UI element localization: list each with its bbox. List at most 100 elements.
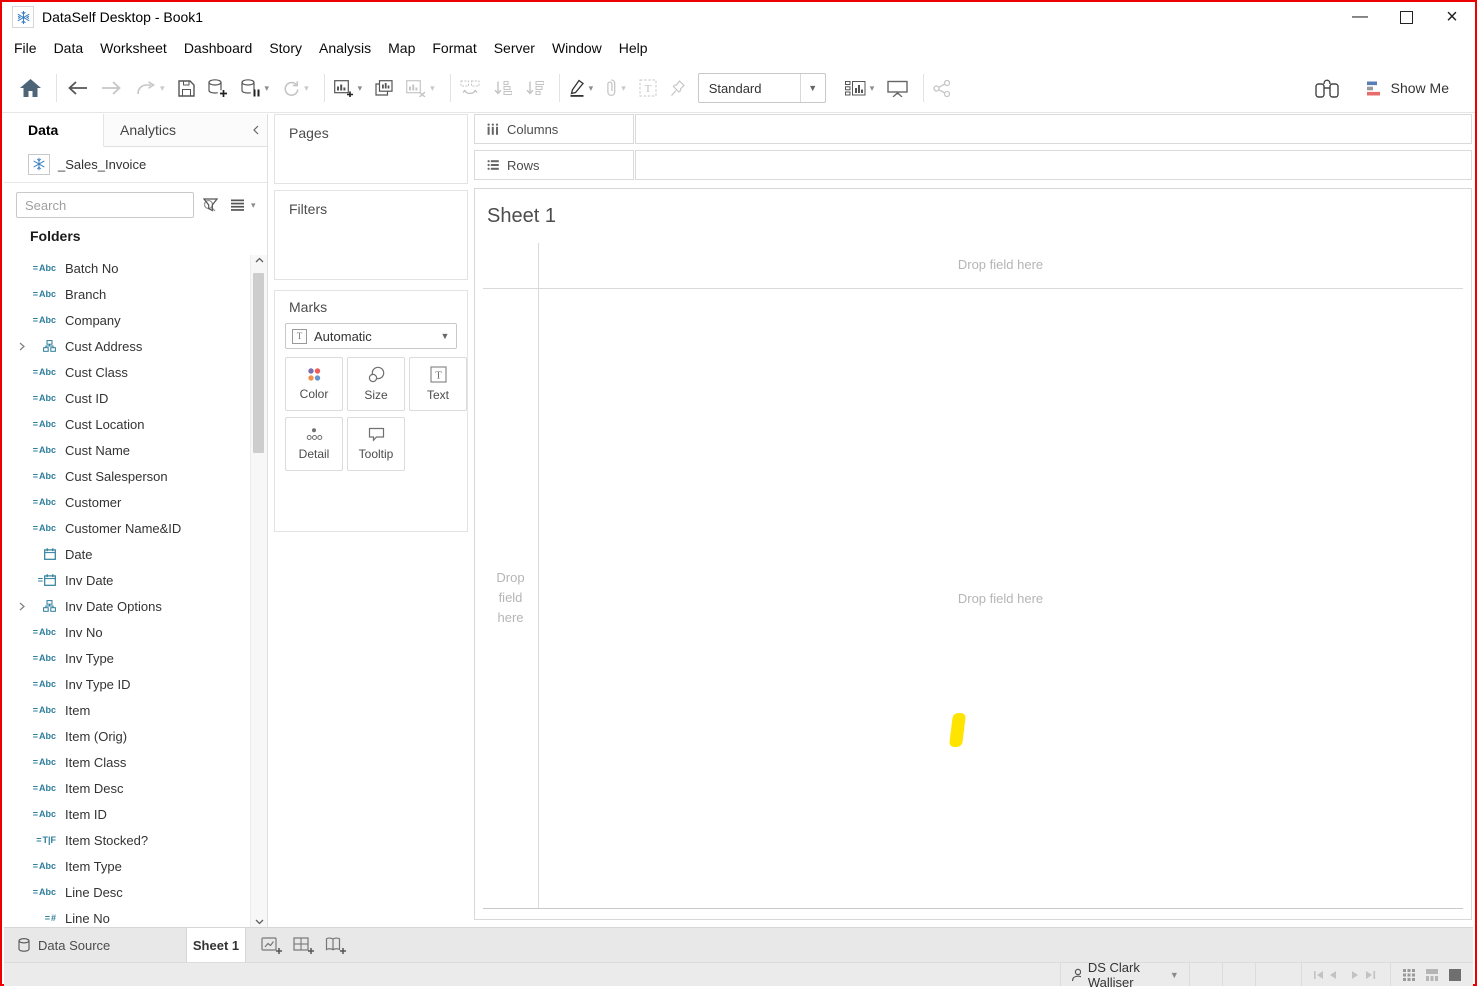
user-menu-caret-icon[interactable]: ▼	[1170, 970, 1179, 980]
home-button[interactable]	[20, 79, 41, 97]
mark-button[interactable]: Detail	[285, 417, 343, 471]
mark-button[interactable]: Size	[347, 357, 405, 411]
run-updates-button[interactable]: ▾	[282, 80, 309, 97]
sheet-title[interactable]: Sheet 1	[487, 205, 556, 228]
maximize-button[interactable]	[1383, 2, 1429, 32]
group-members-caret-icon[interactable]: ▾	[621, 83, 626, 94]
field-row[interactable]: =Abc Customer Name&ID	[4, 515, 251, 541]
new-worksheet-button[interactable]: ▾	[334, 80, 363, 97]
find-button[interactable]	[1315, 79, 1339, 98]
menu-item[interactable]: Worksheet	[100, 40, 167, 56]
new-story-tab-button[interactable]	[320, 928, 352, 962]
scroll-up-icon[interactable]	[251, 257, 267, 263]
new-datasource-button[interactable]	[208, 79, 228, 97]
field-row[interactable]: =Abc Batch No	[4, 255, 251, 281]
filters-card[interactable]: Filters	[274, 190, 468, 280]
collapse-pane-chevron-icon[interactable]	[245, 114, 267, 146]
columns-shelf[interactable]	[635, 114, 1472, 144]
field-row[interactable]: =Abc Item Class	[4, 749, 251, 775]
filter-fields-icon[interactable]	[203, 198, 218, 212]
menu-item[interactable]: Window	[552, 40, 602, 56]
group-members-button[interactable]: ▾	[606, 79, 626, 97]
run-updates-caret-icon[interactable]: ▾	[304, 83, 309, 94]
field-row[interactable]: = Inv Date	[4, 567, 251, 593]
clear-sheet-caret-icon[interactable]: ▾	[430, 83, 435, 94]
sort-descending-button[interactable]	[525, 80, 544, 96]
datasource-row[interactable]: _Sales_Invoice	[4, 146, 267, 183]
replay-caret-icon[interactable]: ▾	[160, 83, 165, 94]
mark-type-dropdown[interactable]: T Automatic ▼	[285, 323, 457, 349]
field-row[interactable]: =Abc Company	[4, 307, 251, 333]
pause-updates-caret-icon[interactable]: ▾	[265, 83, 270, 94]
field-row[interactable]: =Abc Item	[4, 697, 251, 723]
mark-button[interactable]: T Text	[409, 357, 467, 411]
clear-sheet-button[interactable]: ▾	[406, 80, 435, 97]
scrollbar-thumb[interactable]	[253, 273, 264, 453]
field-row[interactable]: =Abc Cust ID	[4, 385, 251, 411]
marks-card[interactable]: Marks T Automatic ▼ Color Size T Text De…	[274, 290, 468, 532]
field-row[interactable]: =Abc Item ID	[4, 801, 251, 827]
field-row[interactable]: =Abc Cust Salesperson	[4, 463, 251, 489]
field-row[interactable]: =Abc Item (Orig)	[4, 723, 251, 749]
data-source-tab[interactable]: Data Source	[4, 928, 186, 962]
minimize-button[interactable]: —	[1337, 2, 1383, 32]
filmstrip-toggle-icon[interactable]	[1426, 969, 1438, 981]
fields-scrollbar[interactable]	[250, 255, 267, 927]
drop-zone-canvas[interactable]: Drop field here	[538, 591, 1463, 606]
field-row[interactable]: =Abc Inv Type	[4, 645, 251, 671]
search-input[interactable]	[17, 194, 203, 216]
presentation-mode-button[interactable]	[887, 80, 908, 97]
redo-button[interactable]	[101, 80, 123, 96]
menu-item[interactable]: Help	[619, 40, 648, 56]
field-row[interactable]: Cust Address	[4, 333, 251, 359]
menu-item[interactable]: Map	[388, 40, 415, 56]
pages-card[interactable]: Pages	[274, 114, 468, 184]
share-button[interactable]	[933, 80, 951, 97]
field-row[interactable]: Date	[4, 541, 251, 567]
drop-zone-columns[interactable]: Drop field here	[538, 257, 1463, 272]
field-row[interactable]: Inv Date Options	[4, 593, 251, 619]
menu-item[interactable]: Analysis	[319, 40, 371, 56]
fit-selector[interactable]: Standard ▼	[698, 73, 826, 103]
view-as-caret-icon[interactable]: ▾	[251, 200, 256, 211]
menu-item[interactable]: File	[14, 40, 37, 56]
view-as-list-icon[interactable]	[230, 199, 245, 211]
field-row[interactable]: =Abc Inv Type ID	[4, 671, 251, 697]
field-row[interactable]: =Abc Cust Name	[4, 437, 251, 463]
menu-item[interactable]: Story	[269, 40, 302, 56]
sheet1-tab[interactable]: Sheet 1	[186, 928, 246, 962]
show-tabs-toggle-icon[interactable]	[1403, 969, 1415, 981]
sort-ascending-button[interactable]	[493, 80, 512, 96]
mark-button[interactable]: Color	[285, 357, 343, 411]
field-row[interactable]: =Abc Item Desc	[4, 775, 251, 801]
duplicate-sheet-button[interactable]	[375, 80, 393, 96]
new-dashboard-tab-button[interactable]	[288, 928, 320, 962]
highlight-caret-icon[interactable]: ▾	[589, 83, 594, 94]
menu-item[interactable]: Server	[494, 40, 535, 56]
close-button[interactable]: ×	[1429, 2, 1475, 32]
field-row[interactable]: =# Line No	[4, 905, 251, 927]
save-button[interactable]	[178, 80, 195, 97]
scroll-down-icon[interactable]	[251, 919, 267, 925]
field-row[interactable]: =Abc Item Type	[4, 853, 251, 879]
mark-type-caret-icon[interactable]: ▼	[434, 331, 456, 341]
show-hide-cards-caret-icon[interactable]: ▾	[870, 83, 875, 94]
field-row[interactable]: =Abc Cust Location	[4, 411, 251, 437]
mark-button[interactable]: Tooltip	[347, 417, 405, 471]
new-worksheet-caret-icon[interactable]: ▾	[358, 83, 363, 94]
rows-shelf[interactable]	[635, 150, 1472, 180]
user-menu[interactable]: DS Clark Walliser ▼	[1060, 963, 1189, 986]
menu-item[interactable]: Format	[432, 40, 476, 56]
replay-button[interactable]: ▾	[136, 81, 165, 95]
field-row[interactable]: =Abc Inv No	[4, 619, 251, 645]
field-row[interactable]: =Abc Customer	[4, 489, 251, 515]
menu-item[interactable]: Dashboard	[184, 40, 253, 56]
highlight-button[interactable]: ▾	[569, 79, 594, 97]
new-worksheet-tab-button[interactable]	[256, 928, 288, 962]
field-row[interactable]: =Abc Cust Class	[4, 359, 251, 385]
undo-button[interactable]	[66, 80, 88, 96]
tab-analytics[interactable]: Analytics	[104, 114, 245, 146]
show-mark-labels-button[interactable]: T	[639, 79, 657, 97]
drop-zone-rows[interactable]: Drop field here	[483, 568, 538, 628]
expand-chevron-icon[interactable]	[16, 602, 28, 611]
